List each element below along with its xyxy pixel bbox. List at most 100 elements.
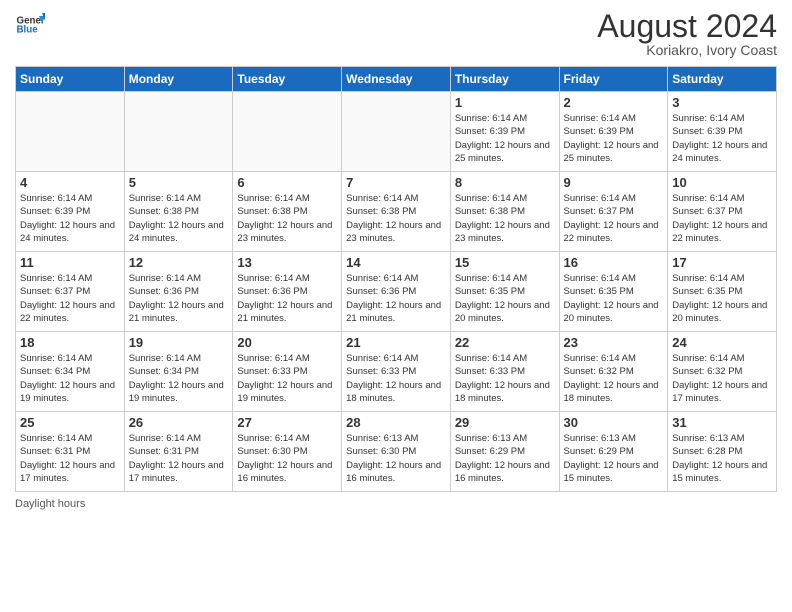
day-info: Sunrise: 6:14 AM Sunset: 6:38 PM Dayligh…: [346, 192, 446, 245]
day-number: 14: [346, 255, 446, 270]
day-number: 10: [672, 175, 772, 190]
table-row: 18 Sunrise: 6:14 AM Sunset: 6:34 PM Dayli…: [16, 332, 125, 412]
day-number: 15: [455, 255, 555, 270]
day-info: Sunrise: 6:14 AM Sunset: 6:32 PM Dayligh…: [564, 352, 664, 405]
day-number: 28: [346, 415, 446, 430]
table-row: 30 Sunrise: 6:13 AM Sunset: 6:29 PM Dayli…: [559, 412, 668, 492]
col-saturday: Saturday: [668, 67, 777, 92]
day-number: 7: [346, 175, 446, 190]
table-row: 14Sunrise: 6:14 AM Sunset: 6:36 PM Dayli…: [342, 252, 451, 332]
day-info: Sunrise: 6:14 AM Sunset: 6:36 PM Dayligh…: [129, 272, 229, 325]
table-row: 22 Sunrise: 6:14 AM Sunset: 6:33 PM Dayli…: [450, 332, 559, 412]
day-info: Sunrise: 6:14 AM Sunset: 6:31 PM Dayligh…: [129, 432, 229, 485]
calendar-week-4: 18 Sunrise: 6:14 AM Sunset: 6:34 PM Dayli…: [16, 332, 777, 412]
day-info: Sunrise: 6:14 AM Sunset: 6:32 PM Dayligh…: [672, 352, 772, 405]
day-number: 27: [237, 415, 337, 430]
day-info: Sunrise: 6:14 AM Sunset: 6:39 PM Dayligh…: [564, 112, 664, 165]
day-info: Sunrise: 6:14 AM Sunset: 6:37 PM Dayligh…: [672, 192, 772, 245]
day-number: 19: [129, 335, 229, 350]
calendar-week-2: 4 Sunrise: 6:14 AM Sunset: 6:39 PM Daylig…: [16, 172, 777, 252]
col-friday: Friday: [559, 67, 668, 92]
calendar-week-1: 1 Sunrise: 6:14 AM Sunset: 6:39 PM Daylig…: [16, 92, 777, 172]
day-info: Sunrise: 6:14 AM Sunset: 6:38 PM Dayligh…: [455, 192, 555, 245]
day-number: 21: [346, 335, 446, 350]
day-info: Sunrise: 6:13 AM Sunset: 6:29 PM Dayligh…: [455, 432, 555, 485]
day-number: 3: [672, 95, 772, 110]
table-row: [342, 92, 451, 172]
daylight-hours-label: Daylight hours: [15, 498, 85, 510]
table-row: 23 Sunrise: 6:14 AM Sunset: 6:32 PM Dayli…: [559, 332, 668, 412]
day-number: 4: [20, 175, 120, 190]
day-info: Sunrise: 6:14 AM Sunset: 6:35 PM Dayligh…: [564, 272, 664, 325]
table-row: 3 Sunrise: 6:14 AM Sunset: 6:39 PM Daylig…: [668, 92, 777, 172]
table-row: [124, 92, 233, 172]
table-row: 20 Sunrise: 6:14 AM Sunset: 6:33 PM Dayli…: [233, 332, 342, 412]
table-row: 28Sunrise: 6:13 AM Sunset: 6:30 PM Dayli…: [342, 412, 451, 492]
day-number: 24: [672, 335, 772, 350]
day-number: 20: [237, 335, 337, 350]
table-row: 15Sunrise: 6:14 AM Sunset: 6:35 PM Dayli…: [450, 252, 559, 332]
day-number: 17: [672, 255, 772, 270]
day-info: Sunrise: 6:14 AM Sunset: 6:38 PM Dayligh…: [237, 192, 337, 245]
table-row: 5Sunrise: 6:14 AM Sunset: 6:38 PM Daylig…: [124, 172, 233, 252]
col-sunday: Sunday: [16, 67, 125, 92]
day-info: Sunrise: 6:14 AM Sunset: 6:39 PM Dayligh…: [20, 192, 120, 245]
table-row: 11 Sunrise: 6:14 AM Sunset: 6:37 PM Dayli…: [16, 252, 125, 332]
day-number: 26: [129, 415, 229, 430]
table-row: 2 Sunrise: 6:14 AM Sunset: 6:39 PM Daylig…: [559, 92, 668, 172]
day-number: 18: [20, 335, 120, 350]
day-number: 1: [455, 95, 555, 110]
calendar-week-5: 25 Sunrise: 6:14 AM Sunset: 6:31 PM Dayli…: [16, 412, 777, 492]
table-row: 19Sunrise: 6:14 AM Sunset: 6:34 PM Dayli…: [124, 332, 233, 412]
table-row: 8Sunrise: 6:14 AM Sunset: 6:38 PM Daylig…: [450, 172, 559, 252]
table-row: 25 Sunrise: 6:14 AM Sunset: 6:31 PM Dayli…: [16, 412, 125, 492]
day-number: 22: [455, 335, 555, 350]
col-tuesday: Tuesday: [233, 67, 342, 92]
table-row: 17 Sunrise: 6:14 AM Sunset: 6:35 PM Dayli…: [668, 252, 777, 332]
day-number: 23: [564, 335, 664, 350]
day-info: Sunrise: 6:14 AM Sunset: 6:35 PM Dayligh…: [672, 272, 772, 325]
table-row: 13 Sunrise: 6:14 AM Sunset: 6:36 PM Dayli…: [233, 252, 342, 332]
svg-text:Blue: Blue: [17, 25, 39, 36]
day-info: Sunrise: 6:14 AM Sunset: 6:30 PM Dayligh…: [237, 432, 337, 485]
table-row: 31Sunrise: 6:13 AM Sunset: 6:28 PM Dayli…: [668, 412, 777, 492]
table-row: 1 Sunrise: 6:14 AM Sunset: 6:39 PM Daylig…: [450, 92, 559, 172]
day-info: Sunrise: 6:14 AM Sunset: 6:34 PM Dayligh…: [20, 352, 120, 405]
day-number: 2: [564, 95, 664, 110]
table-row: 4 Sunrise: 6:14 AM Sunset: 6:39 PM Daylig…: [16, 172, 125, 252]
day-number: 25: [20, 415, 120, 430]
table-row: [16, 92, 125, 172]
table-row: 6 Sunrise: 6:14 AM Sunset: 6:38 PM Daylig…: [233, 172, 342, 252]
day-number: 13: [237, 255, 337, 270]
logo-icon: General Blue: [15, 10, 45, 40]
month-year-title: August 2024: [597, 10, 777, 42]
day-info: Sunrise: 6:13 AM Sunset: 6:28 PM Dayligh…: [672, 432, 772, 485]
day-number: 30: [564, 415, 664, 430]
day-info: Sunrise: 6:14 AM Sunset: 6:33 PM Dayligh…: [237, 352, 337, 405]
day-info: Sunrise: 6:14 AM Sunset: 6:37 PM Dayligh…: [564, 192, 664, 245]
title-block: August 2024 Koriakro, Ivory Coast: [597, 10, 777, 58]
day-number: 5: [129, 175, 229, 190]
day-info: Sunrise: 6:14 AM Sunset: 6:37 PM Dayligh…: [20, 272, 120, 325]
page: General Blue August 2024 Koriakro, Ivory…: [0, 0, 792, 612]
logo: General Blue: [15, 10, 45, 40]
col-thursday: Thursday: [450, 67, 559, 92]
table-row: 10 Sunrise: 6:14 AM Sunset: 6:37 PM Dayli…: [668, 172, 777, 252]
location-subtitle: Koriakro, Ivory Coast: [597, 42, 777, 58]
day-info: Sunrise: 6:14 AM Sunset: 6:39 PM Dayligh…: [672, 112, 772, 165]
day-number: 12: [129, 255, 229, 270]
table-row: 29Sunrise: 6:13 AM Sunset: 6:29 PM Dayli…: [450, 412, 559, 492]
day-number: 11: [20, 255, 120, 270]
calendar-week-3: 11 Sunrise: 6:14 AM Sunset: 6:37 PM Dayli…: [16, 252, 777, 332]
day-info: Sunrise: 6:14 AM Sunset: 6:36 PM Dayligh…: [237, 272, 337, 325]
day-info: Sunrise: 6:14 AM Sunset: 6:31 PM Dayligh…: [20, 432, 120, 485]
col-wednesday: Wednesday: [342, 67, 451, 92]
day-info: Sunrise: 6:13 AM Sunset: 6:29 PM Dayligh…: [564, 432, 664, 485]
day-number: 16: [564, 255, 664, 270]
day-info: Sunrise: 6:14 AM Sunset: 6:33 PM Dayligh…: [455, 352, 555, 405]
day-number: 6: [237, 175, 337, 190]
table-row: 16 Sunrise: 6:14 AM Sunset: 6:35 PM Dayli…: [559, 252, 668, 332]
day-info: Sunrise: 6:14 AM Sunset: 6:39 PM Dayligh…: [455, 112, 555, 165]
day-info: Sunrise: 6:14 AM Sunset: 6:33 PM Dayligh…: [346, 352, 446, 405]
col-monday: Monday: [124, 67, 233, 92]
